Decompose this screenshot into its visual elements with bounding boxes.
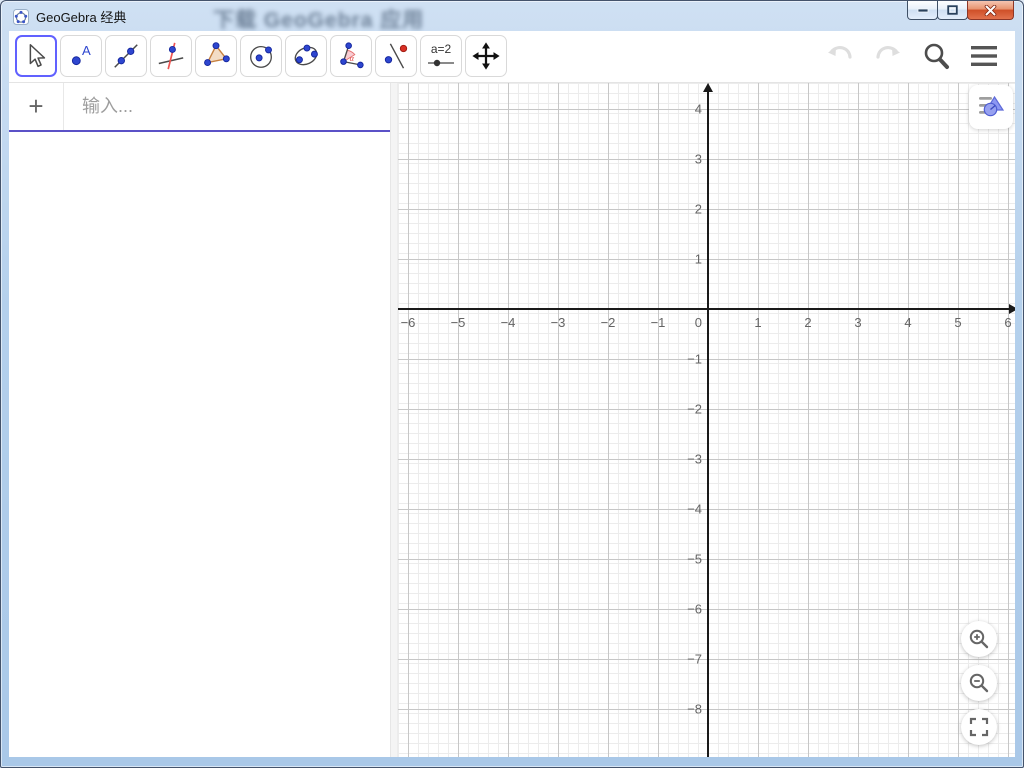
slider-value-label: a=2 [431, 42, 452, 56]
x-tick-label: −1 [651, 315, 666, 330]
maximize-button[interactable] [937, 1, 968, 20]
app-window: GeoGebra 经典 下载 GeoGebra 应用 [0, 0, 1024, 768]
window-title: GeoGebra 经典 [36, 7, 126, 26]
tool-line[interactable] [105, 35, 147, 77]
y-tick-label: −5 [687, 552, 702, 567]
maximize-icon [947, 5, 958, 15]
window-controls [908, 1, 1014, 20]
x-axis-arrow-icon [1009, 304, 1015, 314]
y-tick-label: 1 [695, 252, 702, 267]
fullscreen-button[interactable] [961, 709, 997, 745]
panel-divider[interactable] [390, 83, 398, 757]
graphics-view[interactable]: −6 −5 −4 −3 −2 −1 1 2 3 4 5 6 4 3 2 1 −1 −2 −3 −4 −5 −6 −7 −8 0 [398, 83, 1015, 757]
algebra-panel: + [9, 83, 390, 757]
ellipse-icon [291, 41, 321, 71]
close-button[interactable] [967, 1, 1014, 20]
background-watermark-text: 下载 GeoGebra 应用 [213, 4, 424, 34]
y-axis-arrow-icon [703, 83, 713, 92]
undo-button[interactable] [821, 37, 859, 75]
tool-buttons: A [15, 35, 507, 77]
tool-point[interactable]: A [60, 35, 102, 77]
undo-icon [825, 43, 855, 69]
fullscreen-icon [969, 717, 989, 737]
tool-polygon[interactable] [195, 35, 237, 77]
x-tick-label: −2 [601, 315, 616, 330]
algebra-input-row: + [9, 83, 390, 132]
tool-move-graphics-view[interactable] [465, 35, 507, 77]
main-area: + −6 −5 −4 −3 −2 −1 1 2 3 4 5 6 4 3 2 1 −1 −2 −3 −4 −5 −6 −7 −8… [9, 83, 1015, 757]
x-tick-label: −6 [401, 315, 416, 330]
tool-move[interactable] [15, 35, 57, 77]
perpendicular-line-icon [156, 41, 186, 71]
svg-text:A: A [82, 43, 91, 58]
angle-icon: α [336, 41, 366, 71]
polygon-icon [201, 41, 231, 71]
slider-icon: a=2 [425, 40, 457, 72]
x-tick-label: 2 [804, 315, 811, 330]
tool-ellipse[interactable] [285, 35, 327, 77]
y-tick-label: −1 [687, 352, 702, 367]
y-axis [707, 87, 709, 757]
redo-button[interactable] [869, 37, 907, 75]
angle-alpha-label: α [350, 53, 355, 63]
x-tick-label: −4 [501, 315, 516, 330]
x-tick-label: 3 [854, 315, 861, 330]
graphics-settings-button[interactable] [969, 85, 1013, 129]
tool-slider[interactable]: a=2 [420, 35, 462, 77]
move-cursor-icon [21, 41, 51, 71]
x-tick-label: −3 [551, 315, 566, 330]
search-button[interactable] [917, 37, 955, 75]
y-tick-label: −3 [687, 452, 702, 467]
search-icon [921, 41, 951, 71]
y-tick-label: −6 [687, 602, 702, 617]
zoom-out-button[interactable] [961, 665, 997, 701]
toolbar-actions [821, 37, 1003, 75]
origin-label: 0 [695, 315, 702, 330]
y-tick-label: 2 [695, 202, 702, 217]
x-tick-label: 4 [904, 315, 911, 330]
y-tick-label: −2 [687, 402, 702, 417]
line-icon [111, 41, 141, 71]
tool-angle[interactable]: α [330, 35, 372, 77]
zoom-in-button[interactable] [961, 621, 997, 657]
geogebra-logo-icon [13, 9, 29, 25]
reflect-about-line-icon [381, 41, 411, 71]
x-tick-label: 1 [754, 315, 761, 330]
title-group: GeoGebra 经典 [13, 7, 126, 26]
y-tick-label: −4 [687, 502, 702, 517]
x-tick-label: 5 [954, 315, 961, 330]
algebra-input[interactable] [64, 83, 390, 130]
point-icon: A [66, 41, 96, 71]
add-expression-button[interactable]: + [9, 83, 64, 130]
circle-icon [246, 41, 276, 71]
close-icon [984, 5, 997, 16]
titlebar[interactable]: GeoGebra 经典 下载 GeoGebra 应用 [1, 1, 1023, 31]
move-graphics-view-icon [471, 41, 501, 71]
minimize-button[interactable] [907, 1, 938, 20]
y-tick-label: 4 [695, 102, 702, 117]
tool-perpendicular-line[interactable] [150, 35, 192, 77]
tool-circle-center-point[interactable] [240, 35, 282, 77]
y-tick-label: −7 [687, 652, 702, 667]
x-tick-label: −5 [451, 315, 466, 330]
minimize-icon [917, 8, 929, 13]
y-tick-label: 3 [695, 152, 702, 167]
x-tick-label: 6 [1004, 315, 1011, 330]
y-tick-label: −8 [687, 702, 702, 717]
screen: GeoGebra 经典 下载 GeoGebra 应用 [0, 0, 1024, 768]
zoom-out-icon [968, 672, 990, 694]
menu-button[interactable] [965, 37, 1003, 75]
tool-reflect-about-line[interactable] [375, 35, 417, 77]
zoom-in-icon [968, 628, 990, 650]
toolbar: A [9, 31, 1015, 83]
app-content: A [9, 31, 1015, 757]
graphics-style-icon [977, 93, 1005, 121]
hamburger-menu-icon [969, 43, 999, 69]
redo-icon [873, 43, 903, 69]
